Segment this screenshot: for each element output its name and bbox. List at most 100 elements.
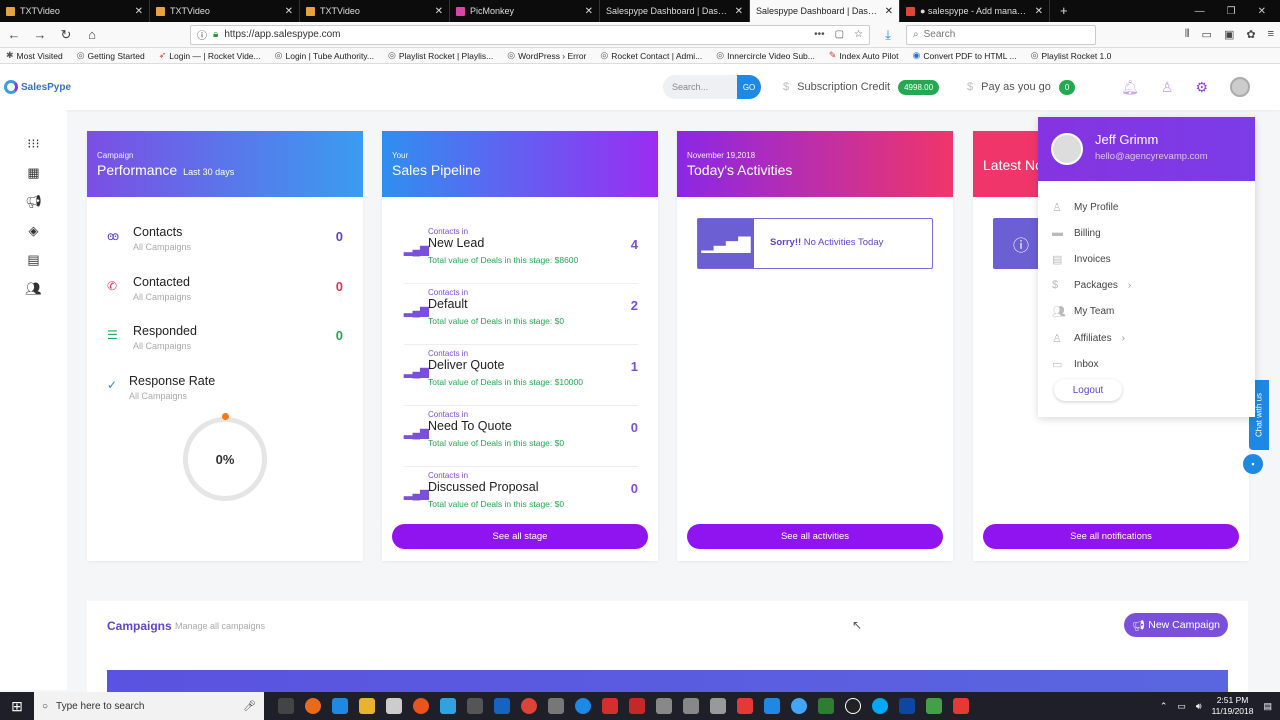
app-icon[interactable]	[791, 698, 807, 714]
app-icon[interactable]	[575, 698, 591, 714]
back-icon[interactable]: ←	[6, 27, 22, 42]
megaphone-icon[interactable]: 📢︎	[0, 194, 67, 211]
app-search-input[interactable]: Search...	[663, 75, 738, 99]
logout-button[interactable]: Logout	[1054, 379, 1122, 401]
bookmark-item[interactable]: ✎ Index Auto Pilot	[829, 50, 899, 61]
bookmark-item[interactable]: ◎ Rocket Contact | Admi...	[600, 50, 702, 61]
info-icon[interactable]: ⓘ	[197, 27, 207, 42]
pipeline-stage[interactable]: ▂▄▆ Contacts in New Lead Total value of …	[404, 223, 638, 284]
menu-item-billing[interactable]: ▬ Billing	[1052, 227, 1101, 239]
task-view-icon[interactable]	[278, 698, 294, 714]
chrome-icon[interactable]	[521, 698, 537, 714]
app-icon[interactable]	[710, 698, 726, 714]
word-icon[interactable]	[764, 698, 780, 714]
bookmark-item[interactable]: ◎ Login | Tube Authority...	[275, 50, 374, 61]
tag-icon[interactable]: ◈	[0, 223, 67, 240]
pipeline-stage[interactable]: ▂▄▆ Contacts in Default Total value of D…	[404, 284, 638, 345]
chevron-up-icon[interactable]: ⌃	[1160, 701, 1168, 712]
bookmark-item[interactable]: ◉ Convert PDF to HTML ...	[913, 50, 1017, 61]
app-icon[interactable]	[845, 698, 861, 714]
edge-icon[interactable]	[332, 698, 348, 714]
network-icon[interactable]: ▭	[1177, 701, 1186, 712]
excel-icon[interactable]	[818, 698, 834, 714]
page-actions-icon[interactable]: •••	[814, 29, 825, 40]
url-bar[interactable]: ⓘ 🔒︎ https://app.salespype.com ••• ▢ ☆	[190, 24, 870, 45]
restore-icon[interactable]: ❐	[1227, 6, 1236, 17]
menu-item-my-profile[interactable]: ♙ My Profile	[1052, 201, 1118, 214]
bookmark-item[interactable]: ◎ WordPress › Error	[507, 50, 586, 61]
browser-tab[interactable]: TXTVideo ✕	[0, 0, 150, 22]
close-window-icon[interactable]: ✕	[1258, 6, 1266, 17]
close-icon[interactable]: ✕	[885, 6, 893, 17]
extension-icon[interactable]: ✿	[1246, 28, 1255, 41]
browser-search-input[interactable]: ⌕ Search	[906, 24, 1096, 45]
pocket-icon[interactable]: ▢	[835, 29, 844, 40]
calendar-icon[interactable]: ▦	[0, 165, 67, 182]
document-icon[interactable]: ▤	[0, 252, 67, 269]
library-icon[interactable]: ⫴	[1185, 28, 1190, 41]
browser-tab[interactable]: TXTVideo ✕	[300, 0, 450, 22]
app-icon[interactable]	[467, 698, 483, 714]
bell-icon[interactable]: 🔔︎	[1121, 79, 1139, 96]
screenshot-icon[interactable]: ▣	[1224, 28, 1234, 41]
app-icon[interactable]	[926, 698, 942, 714]
bookmark-item[interactable]: ➶ Login — | Rocket Vide...	[159, 50, 261, 61]
bookmark-item[interactable]: ◎ Getting Started	[77, 50, 145, 61]
close-icon[interactable]: ✕	[135, 6, 143, 17]
close-icon[interactable]: ✕	[435, 6, 443, 17]
user-icon[interactable]: ♙	[1161, 79, 1174, 96]
file-explorer-icon[interactable]	[359, 698, 375, 714]
new-tab-icon[interactable]: +	[1050, 0, 1078, 22]
search-go-button[interactable]: GO	[737, 75, 762, 99]
menu-item-invoices[interactable]: ▤ Invoices	[1052, 253, 1111, 266]
taskbar-search-input[interactable]: ○ Type here to search 🎤︎	[34, 692, 264, 720]
app-icon[interactable]	[602, 698, 618, 714]
close-icon[interactable]: ✕	[735, 6, 743, 17]
app-icon[interactable]	[305, 698, 321, 714]
app-icon[interactable]	[953, 698, 969, 714]
menu-item-packages[interactable]: $ Packages ›	[1052, 279, 1131, 291]
app-icon[interactable]	[683, 698, 699, 714]
download-icon[interactable]: ⤓	[880, 27, 896, 43]
pipeline-stage[interactable]: ▂▄▆ Contacts in Deliver Quote Total valu…	[404, 345, 638, 406]
bookmark-item[interactable]: ◎ Playlist Rocket 1.0	[1031, 50, 1112, 61]
pipeline-stage[interactable]: ▂▄▆ Contacts in Need To Quote Total valu…	[404, 406, 638, 467]
app-icon[interactable]	[899, 698, 915, 714]
menu-icon[interactable]: ≡	[1268, 28, 1274, 41]
see-all-stage-button[interactable]: See all stage	[392, 524, 648, 549]
home-icon[interactable]: ⌂	[84, 27, 100, 42]
app-icon[interactable]	[629, 698, 645, 714]
browser-tab[interactable]: PicMonkey ✕	[450, 0, 600, 22]
pipeline-stage[interactable]: ▂▄▆ Contacts in Discussed Proposal Total…	[404, 467, 638, 528]
app-icon[interactable]	[737, 698, 753, 714]
menu-item-affiliates[interactable]: ♙ Affiliates ›	[1052, 332, 1125, 345]
close-icon[interactable]: ✕	[1035, 6, 1043, 17]
bookmark-star-icon[interactable]: ☆	[854, 29, 863, 40]
menu-item-my-team[interactable]: 👥︎ My Team	[1052, 305, 1114, 318]
windows-start-icon[interactable]: ⊞	[0, 698, 34, 715]
app-icon[interactable]	[548, 698, 564, 714]
apps-grid-icon[interactable]: ⁝⁝⁝	[0, 136, 67, 153]
forward-icon[interactable]: →	[32, 27, 48, 42]
outlook-icon[interactable]	[494, 698, 510, 714]
see-all-activities-button[interactable]: See all activities	[687, 524, 943, 549]
notifications-icon[interactable]: ▤	[1263, 701, 1272, 712]
minimize-icon[interactable]: —	[1195, 6, 1205, 17]
close-icon[interactable]: ✕	[285, 6, 293, 17]
see-all-notifications-button[interactable]: See all notifications	[983, 524, 1239, 549]
volume-icon[interactable]: 🔊︎	[1196, 701, 1202, 712]
browser-tab[interactable]: ● salespype - Add managers a...✕	[900, 0, 1050, 22]
microphone-icon[interactable]: 🎤︎	[243, 701, 256, 712]
bookmark-item[interactable]: ✱ Most Visited	[6, 50, 63, 61]
new-campaign-button[interactable]: 📢︎ New Campaign	[1124, 613, 1228, 637]
sidebar-icon[interactable]: ▭	[1202, 28, 1212, 41]
reload-icon[interactable]: ↻	[58, 27, 74, 43]
chat-bubble-icon[interactable]: ▪	[1243, 454, 1263, 474]
app-icon[interactable]	[440, 698, 456, 714]
app-icon[interactable]	[656, 698, 672, 714]
browser-tab-active[interactable]: Salespype Dashboard | Dashboard✕	[750, 0, 900, 22]
users-icon[interactable]: 👥︎	[0, 281, 67, 298]
clock[interactable]: 2:51 PM 11/19/2018	[1212, 695, 1254, 717]
bookmark-item[interactable]: ◎ Playlist Rocket | Playlis...	[388, 50, 493, 61]
avatar[interactable]	[1230, 77, 1250, 97]
